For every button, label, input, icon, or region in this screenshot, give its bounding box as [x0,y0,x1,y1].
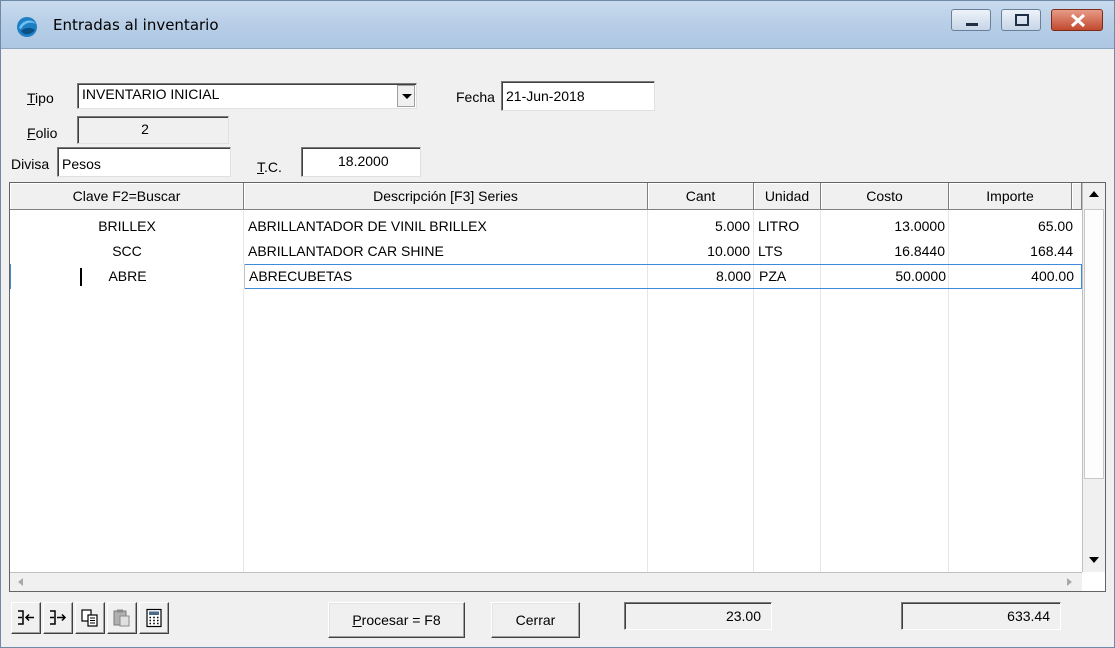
table-row-selected[interactable]: ABRE ABRECUBETAS 8.000 PZA 50.0000 400.0… [10,264,1082,289]
arrow-up-icon [1089,191,1099,197]
cell-clave[interactable]: SCC [10,239,244,264]
paste-icon [113,609,130,627]
scroll-down-button[interactable] [1083,549,1105,571]
arrow-right-icon[interactable] [1067,578,1072,586]
title-bar[interactable]: Entradas al inventario [1,1,1114,49]
cell-costo[interactable]: 50.0000 [822,264,950,289]
cell-clave[interactable]: BRILLEX [10,214,244,239]
fecha-field[interactable]: 21-Jun-2018 [501,81,655,111]
column-header-filler [1072,183,1082,210]
cell-cant[interactable]: 10.000 [648,239,754,264]
arrow-down-icon [1089,557,1099,563]
app-logo-icon [17,17,37,37]
column-header-cant[interactable]: Cant [648,183,754,210]
cell-importe[interactable]: 168.44 [949,239,1077,264]
divisa-label: Divisa [11,156,50,172]
column-header-clave[interactable]: Clave F2=Buscar [10,183,244,210]
column-header-importe[interactable]: Importe [949,183,1072,210]
vertical-scrollbar[interactable] [1082,183,1105,572]
copy-button[interactable] [75,602,105,634]
minimize-icon [966,23,978,26]
cell-importe[interactable]: 65.00 [949,214,1077,239]
chevron-down-icon [402,94,412,99]
folio-label: Folio [27,125,58,141]
cell-costo[interactable]: 13.0000 [821,214,949,239]
scroll-thumb[interactable] [1084,209,1104,479]
maximize-button[interactable] [1001,9,1041,31]
divisa-value: Pesos [62,156,101,172]
cerrar-button[interactable]: Cerrar [491,602,580,638]
folio-value: 2 [141,121,149,137]
insert-row-button[interactable] [11,602,41,634]
tc-label: T.C. [257,159,282,175]
tipo-label: Tipo [27,90,54,106]
cell-clave-value: ABRE [108,268,147,284]
column-header-costo[interactable]: Costo [821,183,949,210]
arrow-left-icon[interactable] [18,578,23,586]
table-row[interactable]: BRILLEX ABRILLANTADOR DE VINIL BRILLEX 5… [10,214,1082,239]
items-grid[interactable]: Clave F2=Buscar Descripción [F3] Series … [9,182,1106,592]
horizontal-scrollbar[interactable] [10,572,1082,591]
table-row[interactable]: SCC ABRILLANTADOR CAR SHINE 10.000 LTS 1… [10,239,1082,264]
copy-icon [81,609,98,627]
minimize-button[interactable] [951,9,991,31]
procesar-button[interactable]: Procesar = F8 [328,602,465,638]
cell-costo[interactable]: 16.8440 [821,239,949,264]
tc-value: 18.2000 [338,153,389,169]
append-row-icon [50,610,67,625]
column-header-descripcion[interactable]: Descripción [F3] Series [244,183,648,210]
close-icon [1070,13,1086,28]
total-cantidad: 23.00 [624,602,772,630]
cell-unidad[interactable]: LITRO [754,214,821,239]
cell-descripcion[interactable]: ABRILLANTADOR CAR SHINE [244,239,648,264]
window-title: Entradas al inventario [53,16,219,34]
scroll-up-button[interactable] [1083,183,1105,205]
scrollbar-corner [1082,572,1105,591]
tc-field[interactable]: 18.2000 [301,147,421,177]
tipo-select[interactable]: INVENTARIO INICIAL [77,83,417,109]
column-header-unidad[interactable]: Unidad [754,183,821,210]
cell-cant[interactable]: 5.000 [648,214,754,239]
paste-button[interactable] [107,602,137,634]
cell-cant[interactable]: 8.000 [649,264,755,289]
close-button[interactable] [1051,9,1103,31]
calculator-button[interactable] [139,602,169,634]
text-cursor [80,268,82,286]
inventory-entry-window: Entradas al inventario Tipo INVENTARIO I… [0,0,1115,648]
cell-unidad[interactable]: LTS [754,239,821,264]
fecha-label: Fecha [456,89,495,105]
cell-clave-editing[interactable]: ABRE [11,264,245,289]
cell-descripcion[interactable]: ABRECUBETAS [245,264,649,289]
folio-field: 2 [77,116,229,144]
divisa-field[interactable]: Pesos [57,147,231,177]
maximize-icon [1015,14,1029,26]
total-importe: 633.44 [901,602,1061,630]
tipo-select-value: INVENTARIO INICIAL [82,86,220,102]
append-row-button[interactable] [43,602,73,634]
calculator-icon [146,608,162,628]
tipo-dropdown-button[interactable] [397,85,415,107]
fecha-value: 21-Jun-2018 [506,88,585,104]
cell-descripcion[interactable]: ABRILLANTADOR DE VINIL BRILLEX [244,214,648,239]
cell-importe[interactable]: 400.00 [950,264,1078,289]
cell-unidad[interactable]: PZA [755,264,822,289]
insert-row-icon [18,610,34,625]
